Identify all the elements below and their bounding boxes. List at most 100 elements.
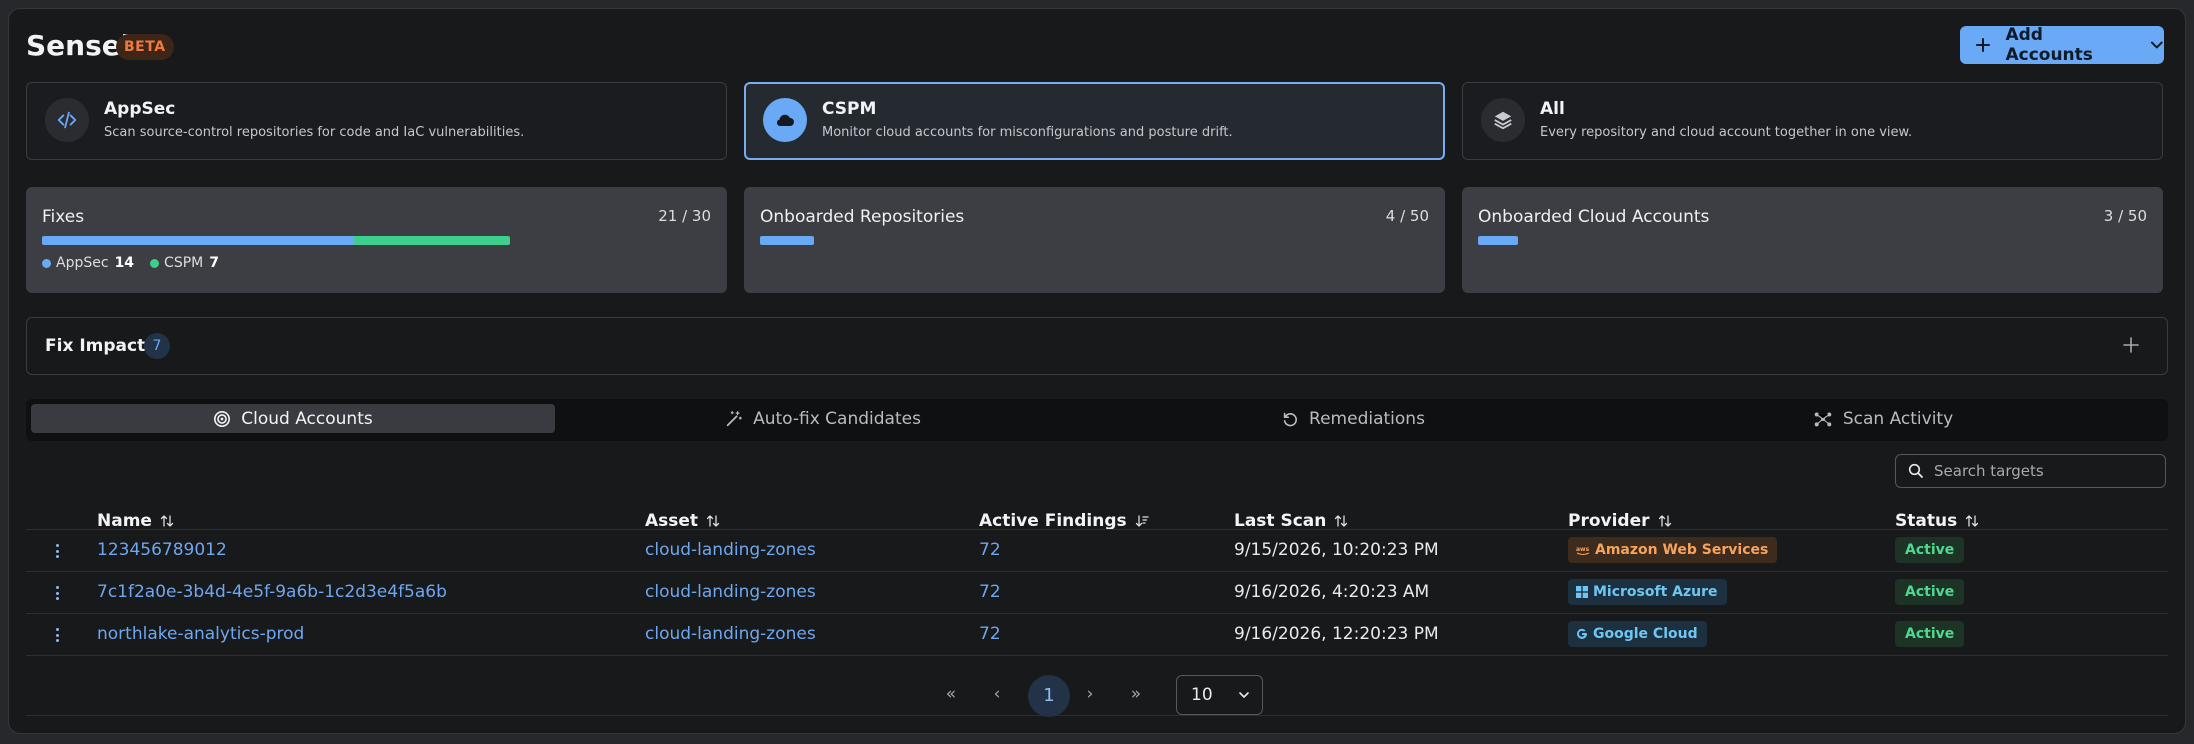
column-header-last-scan[interactable]: Last Scan (1234, 511, 1348, 531)
status-badge: Active (1895, 621, 1965, 647)
fix-impact-title: Fix Impact (45, 336, 146, 356)
nodes-icon (1814, 412, 1832, 426)
page-size-select[interactable]: 10 (1176, 675, 1263, 715)
mode-name: CSPM (822, 99, 877, 119)
mode-card-all[interactable]: All Every repository and cloud account t… (1462, 82, 2163, 160)
row-divider (26, 715, 2168, 716)
row-findings-link[interactable]: 72 (979, 582, 1001, 602)
svg-text:aws: aws (1576, 546, 1590, 553)
previous-page-button[interactable]: ‹ (982, 679, 1012, 709)
undo-icon (1283, 412, 1298, 426)
column-header-asset[interactable]: Asset (645, 511, 720, 531)
sort-descending-icon (1135, 515, 1149, 527)
row-asset-link[interactable]: cloud-landing-zones (645, 582, 816, 602)
mode-card-cspm[interactable]: CSPM Monitor cloud accounts for misconfi… (744, 82, 1445, 160)
stat-label: Onboarded Repositories (760, 207, 965, 227)
row-findings-link[interactable]: 72 (979, 624, 1001, 644)
stat-count: 3 / 50 (2103, 207, 2147, 225)
tab-label: Cloud Accounts (241, 408, 373, 429)
sort-icon (1335, 515, 1348, 527)
tab-remediations[interactable]: Remediations (1091, 404, 1615, 433)
tab-cloud-accounts[interactable]: Cloud Accounts (31, 404, 555, 433)
status-badge: Active (1895, 537, 1965, 563)
sort-icon (160, 515, 174, 527)
mode-desc: Monitor cloud accounts for misconfigurat… (822, 125, 1233, 140)
stat-card-repositories: Onboarded Repositories 4 / 50 (744, 187, 1445, 293)
legend-value: 7 (209, 255, 219, 271)
row-last-scan: 9/16/2026, 12:20:23 PM (1234, 624, 1439, 644)
sort-icon (1658, 515, 1671, 527)
row-name-link[interactable]: 123456789012 (97, 540, 227, 560)
row-actions-kebab-icon[interactable] (49, 542, 65, 560)
search-input[interactable] (1934, 462, 2154, 480)
cloud-icon (763, 98, 807, 142)
mode-card-appsec[interactable]: AppSec Scan source-control repositories … (26, 82, 727, 160)
tab-auto-fix-candidates[interactable]: Auto-fix Candidates (561, 404, 1085, 433)
add-accounts-button[interactable]: Add Accounts (1960, 25, 2164, 65)
page-1-button[interactable]: 1 (1028, 675, 1070, 717)
column-header-active-findings[interactable]: Active Findings (979, 511, 1149, 531)
tab-label: Auto-fix Candidates (753, 408, 921, 429)
page-size-value: 10 (1191, 685, 1213, 705)
aws-logo-icon: aws (1576, 546, 1590, 555)
layers-icon (1481, 98, 1525, 142)
beta-badge: BETA (116, 34, 174, 60)
google-logo-icon (1577, 628, 1587, 639)
stat-card-cloud-accounts: Onboarded Cloud Accounts 3 / 50 (1462, 187, 2163, 293)
target-icon (214, 410, 231, 427)
row-findings-link[interactable]: 72 (979, 540, 1001, 560)
stat-label: Onboarded Cloud Accounts (1478, 207, 1710, 227)
stat-label: Fixes (42, 207, 85, 227)
fixes-legend: AppSec 14 CSPM 7 (42, 255, 235, 271)
row-name-link[interactable]: 7c1f2a0e-3b4d-4e5f-9a6b-1c2d3e4f5a6b (97, 582, 447, 602)
tab-bar: Cloud Accounts Auto-fix Candidates Remed… (26, 399, 2168, 441)
row-divider (26, 613, 2168, 614)
legend-label: CSPM (164, 255, 204, 271)
provider-badge-google-cloud: Google Cloud (1568, 621, 1707, 647)
row-divider (26, 655, 2168, 656)
column-label: Status (1895, 511, 1958, 531)
row-last-scan: 9/15/2026, 10:20:23 PM (1234, 540, 1439, 560)
cloud-accounts-bar (1478, 236, 1518, 245)
provider-label: Amazon Web Services (1595, 542, 1769, 558)
provider-label: Microsoft Azure (1593, 584, 1718, 600)
row-actions-kebab-icon[interactable] (49, 584, 65, 602)
provider-badge-azure: Microsoft Azure (1568, 579, 1727, 605)
row-asset-link[interactable]: cloud-landing-zones (645, 624, 816, 644)
fix-impact-panel[interactable]: Fix Impact 7 (26, 317, 2168, 375)
tab-label: Remediations (1309, 408, 1425, 429)
fixes-bar-appsec (42, 236, 354, 245)
legend-value: 14 (114, 255, 135, 271)
column-label: Provider (1568, 511, 1650, 531)
cspm-dot-icon (150, 258, 160, 268)
first-page-button[interactable]: « (936, 679, 966, 709)
row-divider (26, 571, 2168, 572)
code-icon (45, 98, 89, 142)
stat-count: 21 / 30 (658, 207, 711, 225)
chevron-down-icon (1239, 692, 1249, 698)
row-name-link[interactable]: northlake-analytics-prod (97, 624, 304, 644)
app-window: Sensei BETA Add Accounts AppSec Scan sou… (8, 8, 2186, 734)
repositories-bar (760, 236, 814, 245)
app-title: Sensei (26, 29, 131, 62)
search-box[interactable] (1895, 454, 2166, 488)
column-header-name[interactable]: Name (97, 511, 174, 531)
column-label: Name (97, 511, 152, 531)
row-divider (26, 529, 2168, 530)
fix-impact-count: 7 (144, 333, 170, 359)
chevron-down-icon (2151, 41, 2164, 49)
last-page-button[interactable]: » (1121, 679, 1151, 709)
row-actions-kebab-icon[interactable] (49, 626, 65, 644)
next-page-button[interactable]: › (1075, 679, 1105, 709)
sort-icon (1966, 515, 1979, 527)
column-header-provider[interactable]: Provider (1568, 511, 1672, 531)
column-label: Asset (645, 511, 699, 531)
tab-label: Scan Activity (1842, 408, 1954, 429)
appsec-dot-icon (42, 258, 51, 268)
column-header-status[interactable]: Status (1895, 511, 1979, 531)
expand-plus-icon[interactable] (2121, 335, 2141, 355)
row-asset-link[interactable]: cloud-landing-zones (645, 540, 816, 560)
add-accounts-label: Add Accounts (2005, 25, 2093, 65)
tab-scan-activity[interactable]: Scan Activity (1621, 404, 2145, 433)
sort-icon (706, 515, 720, 527)
